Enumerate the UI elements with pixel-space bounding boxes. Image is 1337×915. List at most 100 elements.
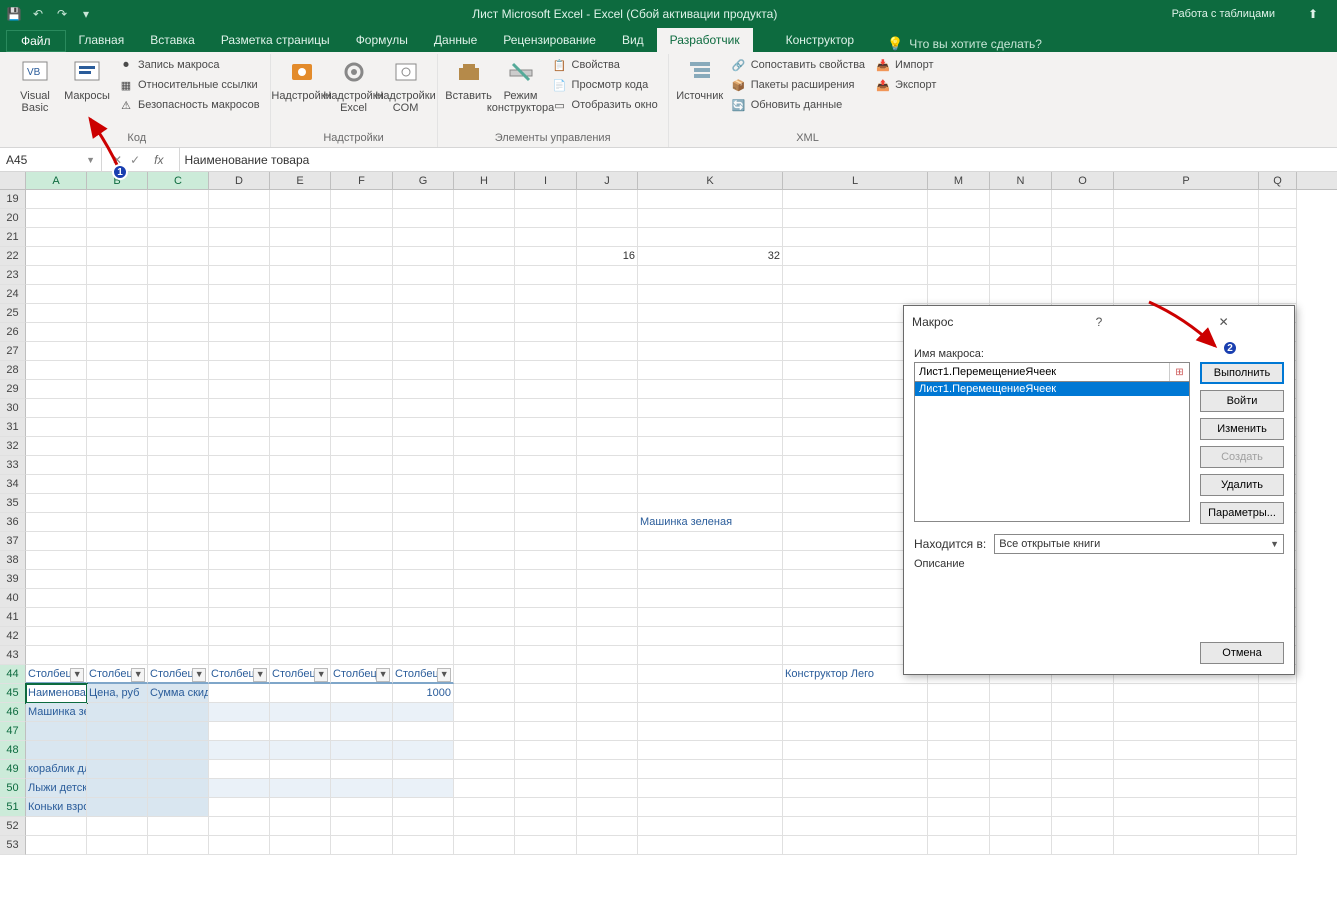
cell-G23[interactable] [393, 266, 454, 285]
cell-A20[interactable] [26, 209, 87, 228]
cell-G20[interactable] [393, 209, 454, 228]
cell-G29[interactable] [393, 380, 454, 399]
cell-E37[interactable] [270, 532, 331, 551]
cell-F43[interactable] [331, 646, 393, 665]
cell-D27[interactable] [209, 342, 270, 361]
cell-B22[interactable] [87, 247, 148, 266]
row-header-28[interactable]: 28 [0, 361, 26, 380]
cell-K42[interactable] [638, 627, 783, 646]
cell-E32[interactable] [270, 437, 331, 456]
cell-B46[interactable] [87, 703, 148, 722]
cell-B38[interactable] [87, 551, 148, 570]
cell-A46[interactable]: Машинка зеленая [26, 703, 87, 722]
addins-button[interactable]: Надстройки [277, 54, 327, 130]
row-header-50[interactable]: 50 [0, 779, 26, 798]
cell-B47[interactable] [87, 722, 148, 741]
row-header-52[interactable]: 52 [0, 817, 26, 836]
cell-E50[interactable] [270, 779, 331, 798]
cell-G35[interactable] [393, 494, 454, 513]
cell-N48[interactable] [990, 741, 1052, 760]
cell-B23[interactable] [87, 266, 148, 285]
cell-I35[interactable] [515, 494, 577, 513]
cell-F23[interactable] [331, 266, 393, 285]
cell-F39[interactable] [331, 570, 393, 589]
cell-G36[interactable] [393, 513, 454, 532]
cell-D40[interactable] [209, 589, 270, 608]
cell-G41[interactable] [393, 608, 454, 627]
cell-D21[interactable] [209, 228, 270, 247]
cell-O49[interactable] [1052, 760, 1114, 779]
row-header-32[interactable]: 32 [0, 437, 26, 456]
delete-button[interactable]: Удалить [1200, 474, 1284, 496]
cell-K31[interactable] [638, 418, 783, 437]
cell-E38[interactable] [270, 551, 331, 570]
cell-K29[interactable] [638, 380, 783, 399]
tab-Данные[interactable]: Данные [421, 28, 490, 52]
tab-Разработчик[interactable]: Разработчик [657, 28, 753, 52]
cell-B29[interactable] [87, 380, 148, 399]
filter-dropdown-icon[interactable]: ▼ [253, 668, 267, 682]
cell-E31[interactable] [270, 418, 331, 437]
cell-P53[interactable] [1114, 836, 1259, 855]
cell-B36[interactable] [87, 513, 148, 532]
cell-J29[interactable] [577, 380, 638, 399]
cell-K50[interactable] [638, 779, 783, 798]
cell-H40[interactable] [454, 589, 515, 608]
cell-K47[interactable] [638, 722, 783, 741]
cell-I45[interactable] [515, 684, 577, 703]
cell-H29[interactable] [454, 380, 515, 399]
cell-F29[interactable] [331, 380, 393, 399]
column-header-O[interactable]: O [1052, 172, 1114, 189]
cell-P46[interactable] [1114, 703, 1259, 722]
cell-D43[interactable] [209, 646, 270, 665]
row-header-38[interactable]: 38 [0, 551, 26, 570]
macro-name-input[interactable] [915, 363, 1169, 381]
cell-F26[interactable] [331, 323, 393, 342]
cell-L48[interactable] [783, 741, 928, 760]
cell-C34[interactable] [148, 475, 209, 494]
cell-A42[interactable] [26, 627, 87, 646]
cell-E21[interactable] [270, 228, 331, 247]
cell-C37[interactable] [148, 532, 209, 551]
column-header-E[interactable]: E [270, 172, 331, 189]
cell-C46[interactable] [148, 703, 209, 722]
cell-Q51[interactable] [1259, 798, 1297, 817]
cell-G31[interactable] [393, 418, 454, 437]
cell-J50[interactable] [577, 779, 638, 798]
row-header-22[interactable]: 22 [0, 247, 26, 266]
cell-G22[interactable] [393, 247, 454, 266]
fx-icon[interactable]: fx [148, 153, 169, 167]
qat-customize-icon[interactable]: ▾ [76, 4, 96, 24]
cell-D53[interactable] [209, 836, 270, 855]
cell-J36[interactable] [577, 513, 638, 532]
row-header-46[interactable]: 46 [0, 703, 26, 722]
cell-D44[interactable]: Столбец▼ [209, 665, 270, 684]
excel-addins-button[interactable]: Надстройки Excel [329, 54, 379, 130]
cell-B51[interactable] [87, 798, 148, 817]
cell-M20[interactable] [928, 209, 990, 228]
cell-P22[interactable] [1114, 247, 1259, 266]
cell-I20[interactable] [515, 209, 577, 228]
macro-security-button[interactable]: ⚠Безопасность макросов [114, 96, 264, 114]
cell-A29[interactable] [26, 380, 87, 399]
cell-H21[interactable] [454, 228, 515, 247]
tab-Формулы[interactable]: Формулы [343, 28, 421, 52]
cell-G44[interactable]: Столбец▼ [393, 665, 454, 684]
cell-G21[interactable] [393, 228, 454, 247]
cell-H39[interactable] [454, 570, 515, 589]
cell-H30[interactable] [454, 399, 515, 418]
cell-J22[interactable]: 16 [577, 247, 638, 266]
cell-B40[interactable] [87, 589, 148, 608]
cell-B19[interactable] [87, 190, 148, 209]
column-header-L[interactable]: L [783, 172, 928, 189]
cell-H28[interactable] [454, 361, 515, 380]
xml-import-button[interactable]: 📥Импорт [871, 56, 940, 74]
cell-J48[interactable] [577, 741, 638, 760]
cell-C26[interactable] [148, 323, 209, 342]
cell-Q48[interactable] [1259, 741, 1297, 760]
cell-J40[interactable] [577, 589, 638, 608]
cell-A36[interactable] [26, 513, 87, 532]
cell-L24[interactable] [783, 285, 928, 304]
row-header-47[interactable]: 47 [0, 722, 26, 741]
cell-N47[interactable] [990, 722, 1052, 741]
